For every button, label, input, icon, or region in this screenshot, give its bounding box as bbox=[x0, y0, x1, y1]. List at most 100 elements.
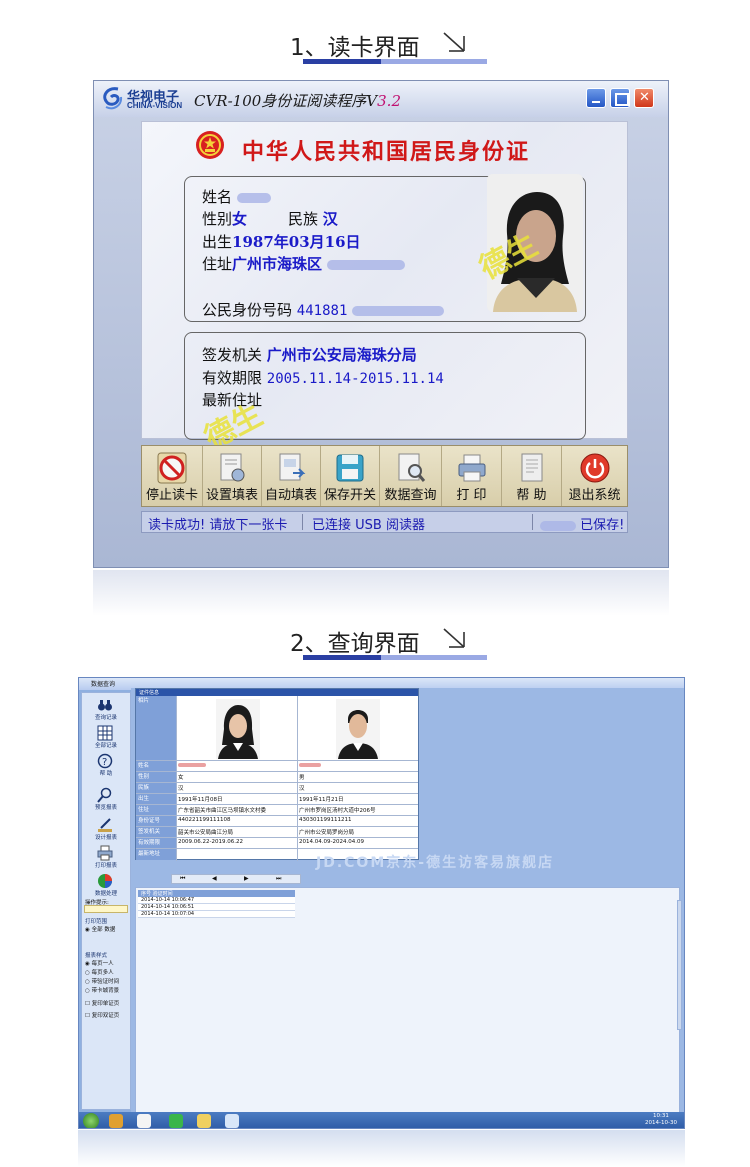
exit-system-label: 退出系统 bbox=[568, 488, 621, 503]
print-range-option[interactable]: ◉ 全部 数据 bbox=[85, 925, 115, 933]
browser-icon[interactable] bbox=[169, 1114, 183, 1128]
section2-title: 2、查询界面 bbox=[290, 631, 420, 657]
issuer-label: 签发机关 bbox=[202, 346, 263, 364]
sidebar-item-print-report[interactable]: 打印报表 bbox=[82, 843, 130, 869]
close-button[interactable] bbox=[634, 88, 654, 108]
status-divider bbox=[532, 514, 533, 530]
certificate-table-title: 证件信息 bbox=[139, 690, 160, 696]
report-style-option: 每页多人 bbox=[91, 970, 114, 976]
report-style-option: 带验证时间 bbox=[91, 979, 120, 985]
section2-underline-dark bbox=[303, 655, 381, 660]
report-style-radio[interactable]: ○ 每页多人 bbox=[85, 968, 114, 976]
report-style-option: 每页一人 bbox=[91, 961, 114, 967]
name-label: 姓名 bbox=[202, 188, 233, 206]
log-row[interactable]: 2014-10-14 10:06:47 bbox=[138, 897, 295, 904]
help-button[interactable]: 帮 助 bbox=[502, 446, 562, 506]
table-cell: 430301199111211 bbox=[299, 817, 352, 823]
section1-underline-dark bbox=[303, 59, 381, 64]
person-photo-icon bbox=[216, 699, 260, 759]
chat-icon[interactable] bbox=[197, 1114, 211, 1128]
sidebar-label: 全部记录 bbox=[94, 743, 117, 749]
first-page-button[interactable]: ⏮ bbox=[180, 875, 185, 883]
stop-icon bbox=[157, 452, 187, 484]
app-icon[interactable] bbox=[109, 1114, 123, 1128]
sidebar-item-preview-report[interactable]: 预览报表 bbox=[82, 785, 130, 811]
table-cell: 1991年11月21日 bbox=[299, 797, 344, 803]
auto-fill-button[interactable]: 自动填表 bbox=[262, 446, 321, 506]
sidebar-label: 预览报表 bbox=[94, 805, 117, 811]
log-row[interactable]: 2014-10-14 10:07:04 bbox=[138, 911, 295, 918]
window-reflection bbox=[78, 1130, 685, 1167]
data-query-button[interactable]: 数据查询 bbox=[380, 446, 442, 506]
sidebar-item-query-records[interactable]: 查询记录 bbox=[82, 695, 130, 721]
birth-value: 1987年03月16日 bbox=[232, 233, 361, 251]
table-cell: 1991年11月08日 bbox=[178, 797, 223, 803]
stop-reading-button[interactable]: 停止读卡 bbox=[142, 446, 203, 506]
save-toggle-button[interactable]: 保存开关 bbox=[321, 446, 380, 506]
last-page-button[interactable]: ⏭ bbox=[276, 875, 281, 883]
sidebar-label: 帮 助 bbox=[99, 771, 113, 777]
table-row-label: 住址 bbox=[136, 805, 176, 815]
copy-option-checkbox[interactable]: ☐ 复印双证页 bbox=[85, 1011, 119, 1019]
report-style-radio[interactable]: ◉ 每页一人 bbox=[85, 959, 114, 967]
sidebar-item-help[interactable]: ? 帮 助 bbox=[82, 751, 130, 777]
id-number-redacted bbox=[352, 306, 445, 316]
sidebar-item-design-report[interactable]: 设计报表 bbox=[82, 815, 130, 841]
window-title: CVR-100身份证阅读程序V3.2 bbox=[194, 90, 401, 111]
section1-title: 1、读卡界面 bbox=[290, 35, 420, 61]
start-button[interactable] bbox=[83, 1113, 99, 1128]
table-row: 民族汉汉 bbox=[136, 782, 418, 793]
person1-name-redacted bbox=[178, 762, 206, 768]
qq-icon[interactable] bbox=[137, 1114, 151, 1128]
sidebar-item-data-processing[interactable]: 数据处理 bbox=[82, 871, 130, 897]
report-style-radio[interactable]: ○ 带卡城背景 bbox=[85, 986, 119, 994]
print-range-label: 打印范围 bbox=[85, 919, 108, 925]
prev-page-button[interactable]: ◀ bbox=[212, 875, 217, 882]
printer-icon bbox=[458, 454, 485, 482]
clock-date: 2014-10-30 bbox=[645, 1120, 677, 1126]
next-page-button[interactable]: ▶ bbox=[244, 875, 249, 882]
help-label: 帮 助 bbox=[516, 488, 547, 503]
table-cell: 汉 bbox=[178, 786, 184, 792]
print-button[interactable]: 打 印 bbox=[442, 446, 502, 506]
validity-value: 2005.11.14-2015.11.14 bbox=[266, 371, 444, 387]
minimize-button[interactable] bbox=[586, 88, 606, 108]
copy-option-checkbox[interactable]: ☐ 复印单证页 bbox=[85, 999, 119, 1007]
log-row[interactable]: 2014-10-14 10:06:51 bbox=[138, 904, 295, 911]
table-cell: 广州市公安局罗岗分局 bbox=[299, 830, 355, 836]
print-label: 打 印 bbox=[456, 488, 487, 503]
window-reflection bbox=[93, 570, 669, 616]
validity-row: 有效期限 2005.11.14-2015.11.14 bbox=[202, 367, 444, 388]
table-row-label: 出生 bbox=[136, 794, 176, 804]
table-row: 住址 广东省韶关市曲江区马坝镇水文村委 广州市罗岗区汤村大道中206号 bbox=[136, 804, 418, 815]
reader-app-icon[interactable] bbox=[225, 1114, 239, 1128]
stop-reading-label: 停止读卡 bbox=[145, 488, 198, 503]
settings-form-button[interactable]: 设置填表 bbox=[203, 446, 262, 506]
maximize-button[interactable] bbox=[610, 88, 630, 108]
status-bar: 读卡成功! 请放下一张卡 已连接 USB 阅读器 已保存! bbox=[141, 511, 628, 533]
china-vision-logo-icon bbox=[103, 87, 123, 110]
print-range-all: 全部 bbox=[91, 927, 103, 933]
card-header: 中华人民共和国居民身份证 bbox=[242, 139, 531, 165]
sidebar-label: 查询记录 bbox=[94, 715, 117, 721]
pen-icon bbox=[98, 818, 112, 832]
id-number-label: 公民身份号码 bbox=[202, 301, 293, 319]
clock-time: 10:31 bbox=[653, 1113, 669, 1119]
table-row-label: 性别 bbox=[136, 772, 176, 782]
search-doc-icon bbox=[398, 453, 425, 482]
table-row: 签发机关 韶关市公安局曲江分局 广州市公安局罗岗分局 bbox=[136, 826, 418, 837]
sidebar-label: 设计报表 bbox=[94, 835, 117, 841]
report-style-radio[interactable]: ○ 带验证时间 bbox=[85, 977, 119, 985]
log-scrollbar[interactable] bbox=[677, 900, 682, 1030]
exit-system-button[interactable]: 退出系统 bbox=[562, 446, 627, 506]
sidebar-item-all-records[interactable]: 全部记录 bbox=[82, 723, 130, 749]
ethnicity-label: 民族 bbox=[288, 210, 319, 228]
table-cell: 男 bbox=[299, 775, 305, 781]
table-row: 性别女 男 bbox=[136, 771, 418, 782]
birth-row: 出生1987年03月16日 bbox=[202, 231, 361, 252]
table-row-label: 姓名 bbox=[136, 761, 176, 771]
certificate-table-header: 证件信息 bbox=[136, 689, 418, 696]
read-status-text: 读卡成功! 请放下一张卡 bbox=[148, 518, 288, 533]
help-icon bbox=[521, 453, 542, 482]
validity-label: 有效期限 bbox=[202, 369, 263, 387]
